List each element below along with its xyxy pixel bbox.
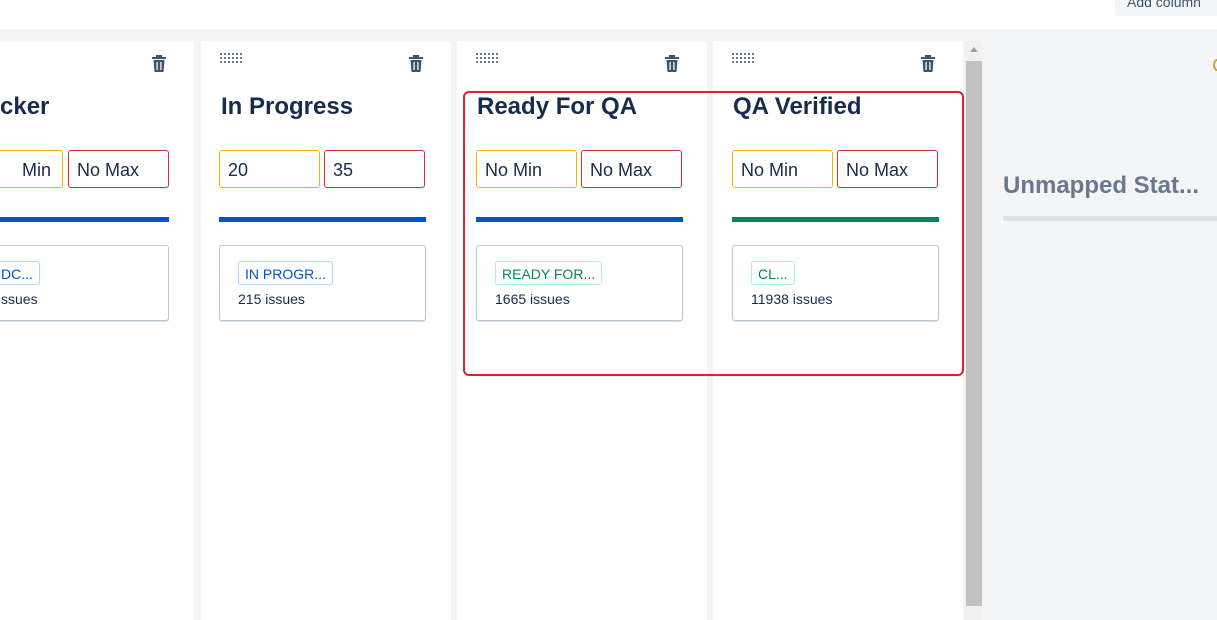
column-min-input[interactable]: 20 [219, 150, 320, 188]
scrollbar-thumb[interactable] [966, 61, 982, 606]
status-lozenge: DC... [0, 261, 40, 285]
issue-count: 1665 issues [495, 291, 570, 307]
drag-handle-icon[interactable] [220, 53, 242, 67]
column-max-input[interactable]: No Max [581, 150, 682, 188]
column-min-input[interactable]: No Min [476, 150, 577, 188]
scroll-up-arrow-icon[interactable] [970, 47, 978, 52]
unmapped-status-bar [1003, 216, 1217, 221]
column-status-bar [732, 217, 939, 222]
status-lozenge: IN PROGR... [238, 261, 333, 285]
column-title: QA Verified [733, 93, 862, 120]
column-status-bar [476, 217, 683, 222]
status-card[interactable]: IN PROGR... 215 issues [219, 245, 426, 321]
column-in-progress: In Progress 20 35 IN PROGR... 215 issues [201, 41, 451, 620]
vertical-scrollbar[interactable] [965, 41, 983, 620]
issue-count: 11938 issues [751, 291, 833, 307]
drag-handle-icon[interactable] [732, 53, 754, 67]
column-min-input[interactable]: No Min [732, 150, 833, 188]
status-lozenge: READY FOR... [495, 261, 603, 285]
column-max-input[interactable]: 35 [324, 150, 425, 188]
column-max-input[interactable]: No Max [68, 150, 169, 188]
column-blocker: cker Min No Max DC... ssues [0, 41, 194, 620]
trash-icon[interactable] [408, 55, 424, 73]
column-qa-verified: QA Verified No Min No Max CL... 11938 is… [713, 41, 963, 620]
issue-count: ssues [1, 291, 38, 307]
trash-icon[interactable] [920, 55, 936, 73]
unmapped-statuses-column: Unmapped Stat... [983, 41, 1217, 620]
add-column-button[interactable]: Add column [1115, 0, 1217, 16]
trash-icon[interactable] [664, 55, 680, 73]
status-card[interactable]: DC... ssues [0, 245, 169, 321]
status-card[interactable]: READY FOR... 1665 issues [476, 245, 683, 321]
column-max-input[interactable]: No Max [837, 150, 938, 188]
column-min-input[interactable]: Min [0, 150, 63, 188]
column-title: Ready For QA [477, 93, 638, 120]
status-lozenge: CL... [751, 261, 795, 285]
drag-handle-icon[interactable] [476, 53, 498, 67]
board-header: Add column [0, 0, 1217, 29]
column-title: cker [0, 93, 50, 120]
issue-count: 215 issues [238, 291, 305, 307]
trash-icon[interactable] [151, 55, 167, 73]
column-ready-for-qa: Ready For QA No Min No Max READY FOR... … [457, 41, 707, 620]
column-status-bar [219, 217, 426, 222]
column-status-bar [0, 217, 169, 222]
status-card[interactable]: CL... 11938 issues [732, 245, 939, 321]
column-title: In Progress [221, 93, 354, 120]
loading-indicator-icon [1213, 59, 1217, 71]
unmapped-title: Unmapped Stat... [1003, 172, 1200, 199]
